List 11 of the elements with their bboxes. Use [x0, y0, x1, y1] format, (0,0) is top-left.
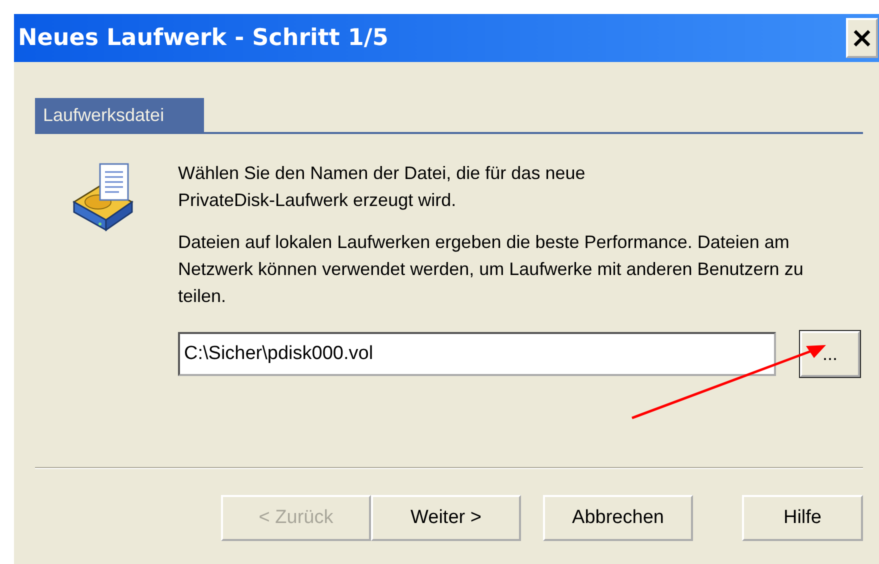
instruction-text: Wählen Sie den Namen der Datei, die für das neue PrivateDisk-Laufwerk erzeugt wird.: [178, 162, 586, 212]
file-path-field[interactable]: C:\Sicher\pdisk000.vol: [178, 332, 776, 376]
dialog-button[interactable]: Weiter >: [371, 495, 521, 541]
dialog-button[interactable]: Abbrechen: [543, 495, 693, 541]
tab[interactable]: Laufwerksdatei: [35, 98, 204, 132]
dialog-button[interactable]: Hilfe: [742, 495, 863, 541]
disk-drive-icon: [70, 162, 136, 232]
window-title: Neues Laufwerk - Schritt 1/5: [17, 25, 388, 51]
instruction-text: Dateien auf lokalen Laufwerken ergeben die beste Performance. Dateien am Netzwerk können verwendet werden, um Laufwerke mit anderen Benutzern zu teilen.: [178, 231, 804, 308]
close-button[interactable]: ×: [846, 18, 878, 58]
browse-button[interactable]: ...: [800, 331, 860, 377]
